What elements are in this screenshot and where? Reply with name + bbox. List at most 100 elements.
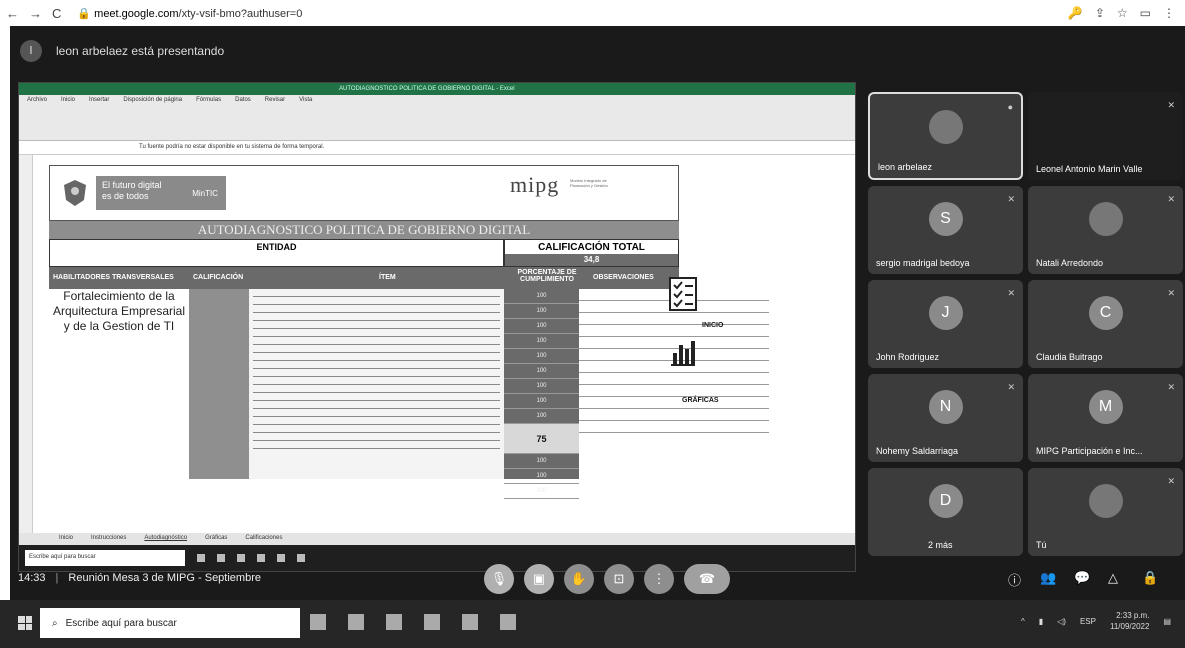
pct-cell: 100 — [504, 289, 579, 304]
leave-call-button[interactable]: ☎ — [684, 564, 730, 594]
network-icon[interactable]: ▮ — [1039, 617, 1043, 626]
speaking-icon: ● — [1007, 102, 1013, 112]
clock[interactable]: 2:33 p.m. 11/09/2022 — [1110, 610, 1149, 632]
present-button[interactable]: ⊡ — [604, 564, 634, 594]
column-headers: HABILITADORES TRANSVERSALES CALIFICACIÓN… — [49, 267, 679, 289]
mic-off-icon: ✕ — [1167, 476, 1175, 486]
percentage-column: 100 100 100 100 100 100 100 100 100 75 1… — [504, 289, 579, 499]
checklist-icon[interactable] — [669, 277, 697, 311]
pct-cell: 100 — [504, 364, 579, 379]
colombia-shield-icon — [64, 180, 86, 206]
menu-kebab-icon[interactable]: ⋮ — [1163, 6, 1175, 20]
store-icon[interactable] — [386, 614, 402, 630]
excel-icon[interactable] — [500, 614, 516, 630]
participant-tile[interactable]: S ✕ sergio madrigal bedoya — [868, 186, 1023, 274]
mipg-subtitle: Modelo Integrado de Planeación y Gestión — [570, 178, 608, 188]
pct-cell: 100 — [504, 394, 579, 409]
presenting-banner: l leon arbelaez está presentando — [20, 40, 224, 62]
participant-name: leon arbelaez — [878, 162, 933, 172]
pct-cell: 100 — [504, 379, 579, 394]
share-icon[interactable]: ⇪ — [1095, 6, 1105, 20]
more-options-button[interactable]: ⋮ — [644, 564, 674, 594]
host-controls-icon[interactable]: 🔒 — [1142, 570, 1158, 586]
presenter-avatar: l — [20, 40, 42, 62]
gov-logo-box: El futuro digital es de todos MinTIC — [96, 176, 226, 210]
calificacion-label: CALIFICACIÓN TOTAL — [538, 242, 645, 253]
back-icon[interactable]: ← — [6, 6, 19, 21]
participant-tile[interactable]: M ✕ MIPG Participación e Inc... — [1028, 374, 1183, 462]
windows-start-icon[interactable] — [18, 616, 32, 630]
chat-icon[interactable]: 💬 — [1074, 570, 1090, 586]
clock-date: 11/09/2022 — [1109, 622, 1150, 631]
forward-icon[interactable]: → — [29, 6, 42, 21]
participant-tile[interactable]: ✕ Leonel Antonio Marin Valle — [1028, 92, 1183, 180]
address-bar[interactable]: 🔒 meet.google.com/xty-vsif-bmo?authuser=… — [77, 7, 302, 20]
mail-icon[interactable] — [462, 614, 478, 630]
inicio-link[interactable]: INICIO — [702, 322, 723, 329]
taskbar-search-placeholder: Escribe aquí para buscar — [65, 617, 177, 629]
bookmark-star-icon[interactable]: ☆ — [1117, 6, 1128, 20]
taskbar-search[interactable]: ⌕ Escribe aquí para buscar — [40, 608, 300, 638]
participant-tile[interactable]: ● leon arbelaez — [868, 92, 1023, 180]
participant-name: Nohemy Saldarriaga — [876, 446, 959, 456]
avatar — [1088, 202, 1123, 236]
reload-icon[interactable]: C — [52, 6, 61, 21]
mic-off-icon: ✕ — [1167, 288, 1175, 298]
url-path: /xty-vsif-bmo?authuser=0 — [178, 7, 303, 20]
meeting-title: Reunión Mesa 3 de MIPG - Septiembre — [68, 572, 261, 584]
pct-cell: 100 — [504, 349, 579, 364]
mic-off-button[interactable]: 🎙 — [484, 564, 514, 594]
notifications-icon[interactable]: ▤ — [1163, 617, 1171, 626]
ribbon-tab: Fórmulas — [196, 97, 222, 103]
participant-name: Claudia Buitrago — [1036, 352, 1103, 362]
window-icon[interactable]: ▭ — [1140, 6, 1151, 20]
sheet-tab: Inicio — [59, 535, 74, 541]
participant-name: Tú — [1036, 540, 1047, 550]
ribbon-tab: Archivo — [27, 97, 48, 103]
sheet-tabs: Inicio Instrucciones Autodiagnóstico Grá… — [19, 533, 855, 545]
mic-off-icon: ✕ — [1167, 194, 1175, 204]
pct-cell: 100 — [504, 334, 579, 349]
clock-time: 2:33 p.m. — [1116, 611, 1150, 620]
spreadsheet: El futuro digital es de todos MinTIC mip… — [19, 155, 855, 533]
language-indicator[interactable]: ESP — [1080, 617, 1096, 626]
chrome-icon[interactable] — [424, 614, 440, 630]
meeting-time: 14:33 — [18, 572, 46, 584]
participant-tile[interactable]: D 2 más — [868, 468, 1023, 556]
hang-up-icon: ☎ — [698, 571, 716, 586]
lock-icon: 🔒 — [77, 7, 95, 20]
ribbon-tab: Datos — [235, 97, 251, 103]
avatar — [1088, 484, 1123, 518]
people-icon[interactable]: 👥 — [1040, 570, 1056, 586]
camera-off-button[interactable]: ▣ — [524, 564, 554, 594]
participant-name: Natali Arredondo — [1036, 258, 1104, 268]
meeting-info: 14:33 | Reunión Mesa 3 de MIPG - Septiembr… — [18, 572, 261, 584]
mic-off-icon: ✕ — [1167, 382, 1175, 392]
avatar: D — [928, 484, 963, 518]
graficas-link[interactable]: GRÁFICAS — [682, 397, 719, 404]
col-header: CALIFICACIÓN — [193, 274, 244, 281]
pct-cell: 100 — [504, 469, 579, 484]
raise-hand-button[interactable]: ✋ — [564, 564, 594, 594]
key-icon[interactable]: 🔑 — [1068, 6, 1083, 20]
participant-tile[interactable]: N ✕ Nohemy Saldarriaga — [868, 374, 1023, 462]
volume-icon[interactable]: ◁) — [1057, 617, 1066, 626]
participant-tile[interactable]: ✕ Natali Arredondo — [1028, 186, 1183, 274]
bar-chart-icon[interactable] — [669, 337, 697, 367]
pct-cell: 100 — [504, 304, 579, 319]
browser-toolbar: ← → C 🔒 meet.google.com/xty-vsif-bmo?aut… — [0, 0, 1185, 26]
participant-tile[interactable]: C ✕ Claudia Buitrago — [1028, 280, 1183, 368]
chevron-up-icon[interactable]: ^ — [1021, 617, 1025, 626]
avatar — [928, 110, 963, 144]
task-view-icon[interactable] — [310, 614, 326, 630]
calificacion-column — [189, 289, 249, 479]
activities-icon[interactable]: △ — [1108, 570, 1118, 586]
system-tray: ^ ▮ ◁) ESP 2:33 p.m. 11/09/2022 ▤ — [1021, 610, 1171, 632]
file-explorer-icon[interactable] — [348, 614, 364, 630]
pinned-apps — [310, 614, 516, 630]
participant-tile[interactable]: J ✕ John Rodriguez — [868, 280, 1023, 368]
mic-off-icon: 🎙 — [490, 571, 508, 586]
participant-tile[interactable]: ✕ Tú — [1028, 468, 1183, 556]
info-icon[interactable]: ⓘ — [1008, 570, 1021, 589]
sheet-tab: Calificaciones — [245, 535, 283, 541]
